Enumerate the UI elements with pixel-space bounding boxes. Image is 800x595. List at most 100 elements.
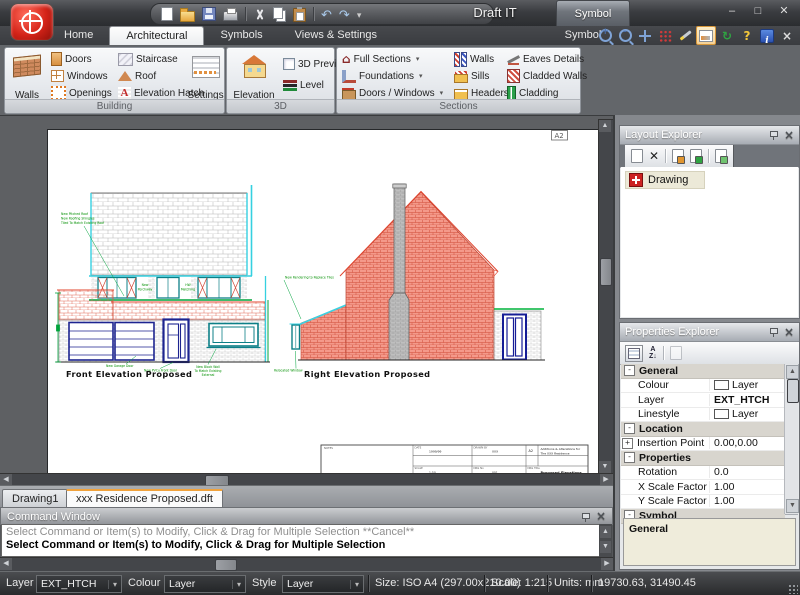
property-row-linestyle[interactable]: LinestyleLayer: [621, 408, 785, 423]
drawing-sheet[interactable]: A2: [47, 129, 599, 480]
level-button[interactable]: Level: [283, 77, 324, 93]
cladded-walls-button[interactable]: Cladded Walls: [507, 68, 587, 84]
layer-combo[interactable]: EXT_HTCH▾: [36, 575, 122, 593]
new-layout-icon[interactable]: [631, 149, 643, 163]
pin-icon[interactable]: [769, 130, 778, 140]
tab-drawing1[interactable]: Drawing1: [2, 489, 68, 508]
settings-button[interactable]: Settings: [189, 50, 222, 102]
scroll-down-icon[interactable]: ▼: [600, 541, 611, 553]
property-row-colour[interactable]: ColourLayer: [621, 379, 785, 394]
expand-icon[interactable]: [622, 438, 633, 449]
scroll-up-icon[interactable]: ▲: [599, 120, 611, 132]
sills-button[interactable]: Sills: [454, 68, 489, 84]
command-vertical-scrollbar[interactable]: ▲ ▼: [599, 524, 612, 557]
staircase-button[interactable]: Staircase: [118, 51, 178, 67]
property-row-insertion-point[interactable]: Insertion Point0.00,0.00: [621, 437, 785, 452]
property-category-location[interactable]: Location: [621, 422, 785, 437]
eaves-details-button[interactable]: Eaves Details: [507, 51, 584, 67]
copy-icon[interactable]: [273, 7, 283, 19]
right-elevation[interactable]: New Rendering to Replace Tiles Right Ele…: [284, 184, 545, 379]
command-history[interactable]: Select Command or Item(s) to Modify, Cli…: [1, 524, 600, 557]
open-icon[interactable]: [180, 11, 195, 22]
paste-icon[interactable]: [293, 8, 306, 22]
maximize-button[interactable]: □: [750, 4, 766, 18]
property-category-general[interactable]: General: [621, 364, 785, 379]
categorized-view-icon[interactable]: [625, 345, 643, 362]
scroll-thumb[interactable]: [215, 559, 237, 571]
redo-icon[interactable]: [339, 8, 350, 21]
scroll-left-icon[interactable]: ◀: [0, 558, 12, 570]
windows-button[interactable]: Windows: [51, 68, 108, 84]
property-pages-icon[interactable]: [670, 346, 682, 360]
new-icon[interactable]: [161, 7, 173, 21]
pin-icon[interactable]: [581, 512, 590, 522]
tab-symbols[interactable]: Symbols: [204, 26, 278, 45]
minimize-button[interactable]: –: [724, 4, 740, 18]
property-row-y-scale[interactable]: Y Scale Factor1.00: [621, 495, 785, 510]
layout-item-drawing[interactable]: Drawing: [625, 171, 705, 189]
pan-icon[interactable]: [636, 27, 654, 44]
drawing-canvas[interactable]: A2: [0, 115, 613, 486]
tab-architectural[interactable]: Architectural: [109, 26, 204, 45]
cut-icon[interactable]: [253, 8, 266, 21]
collapse-icon[interactable]: [624, 423, 635, 434]
full-sections-button[interactable]: Full Sections▾: [342, 51, 419, 67]
close-panel-icon[interactable]: [784, 326, 794, 339]
drawing-svg[interactable]: A2: [48, 130, 598, 479]
snap-line-icon[interactable]: [676, 27, 694, 44]
collapse-icon[interactable]: [624, 452, 635, 463]
command-horizontal-scrollbar[interactable]: ◀ ▶: [0, 557, 613, 571]
colour-swatch[interactable]: [714, 380, 729, 390]
tab-residence-proposed[interactable]: xxx Residence Proposed.dft: [66, 489, 223, 509]
symbol-preview-icon[interactable]: [696, 26, 716, 45]
export-layout-icon[interactable]: [715, 149, 727, 163]
save-icon[interactable]: [202, 7, 216, 21]
close-panel-icon[interactable]: [784, 129, 794, 142]
close-button[interactable]: ✕: [776, 4, 792, 18]
zoom-out-icon[interactable]: [616, 27, 634, 44]
undo-icon[interactable]: [321, 8, 332, 21]
style-combo[interactable]: Layer▾: [282, 575, 364, 593]
property-row-layer[interactable]: LayerEXT_HTCH: [621, 393, 785, 408]
scroll-right-icon[interactable]: ▶: [601, 558, 613, 570]
import-layout-icon[interactable]: [672, 149, 684, 163]
refresh-icon[interactable]: [718, 27, 736, 44]
context-tab-symbol[interactable]: Symbol: [556, 0, 630, 27]
tab-views-settings[interactable]: Views & Settings: [279, 26, 393, 45]
grid-icon[interactable]: [656, 27, 674, 44]
elevation-button[interactable]: Elevation: [231, 50, 277, 102]
canvas-vertical-scrollbar[interactable]: ▲ ▼: [598, 119, 614, 474]
front-elevation[interactable]: New Pitched Roof New Roofing Shingles Ti…: [55, 185, 303, 379]
help-icon[interactable]: [738, 27, 756, 44]
alphabetical-sort-icon[interactable]: AZ↓: [649, 346, 657, 360]
scroll-thumb[interactable]: [600, 258, 612, 286]
application-menu-button[interactable]: [10, 3, 54, 41]
section-walls-button[interactable]: Walls: [454, 51, 494, 67]
roof-button[interactable]: Roof: [118, 68, 156, 84]
close-panel-icon[interactable]: [596, 510, 606, 523]
update-layout-icon[interactable]: [690, 149, 702, 163]
scroll-up-icon[interactable]: ▲: [600, 526, 611, 538]
property-category-properties[interactable]: Properties: [621, 451, 785, 466]
property-row-x-scale[interactable]: X Scale Factor1.00: [621, 480, 785, 495]
scroll-down-icon[interactable]: ▼: [786, 499, 799, 513]
walls-button[interactable]: Walls: [8, 50, 46, 102]
print-icon[interactable]: [223, 11, 238, 21]
customize-quick-access-icon[interactable]: [357, 5, 362, 23]
foundations-button[interactable]: Foundations▾: [342, 68, 423, 84]
delete-layout-icon[interactable]: ✕: [649, 150, 659, 162]
doors-button[interactable]: Doors: [51, 51, 92, 67]
scroll-up-icon[interactable]: ▲: [786, 365, 799, 379]
resize-grip[interactable]: [788, 584, 798, 594]
close-ribbon-icon[interactable]: [778, 27, 796, 44]
scroll-down-icon[interactable]: ▼: [599, 461, 611, 473]
collapse-icon[interactable]: [624, 365, 635, 376]
property-row-rotation[interactable]: Rotation0.0: [621, 466, 785, 481]
scroll-thumb[interactable]: [787, 379, 799, 403]
info-icon[interactable]: [758, 27, 776, 44]
property-grid-scrollbar[interactable]: ▲ ▼: [784, 364, 798, 514]
zoom-in-icon[interactable]: [596, 27, 614, 44]
pin-icon[interactable]: [769, 327, 778, 337]
tab-home[interactable]: Home: [48, 26, 109, 45]
colour-combo[interactable]: Layer▾: [164, 575, 246, 593]
